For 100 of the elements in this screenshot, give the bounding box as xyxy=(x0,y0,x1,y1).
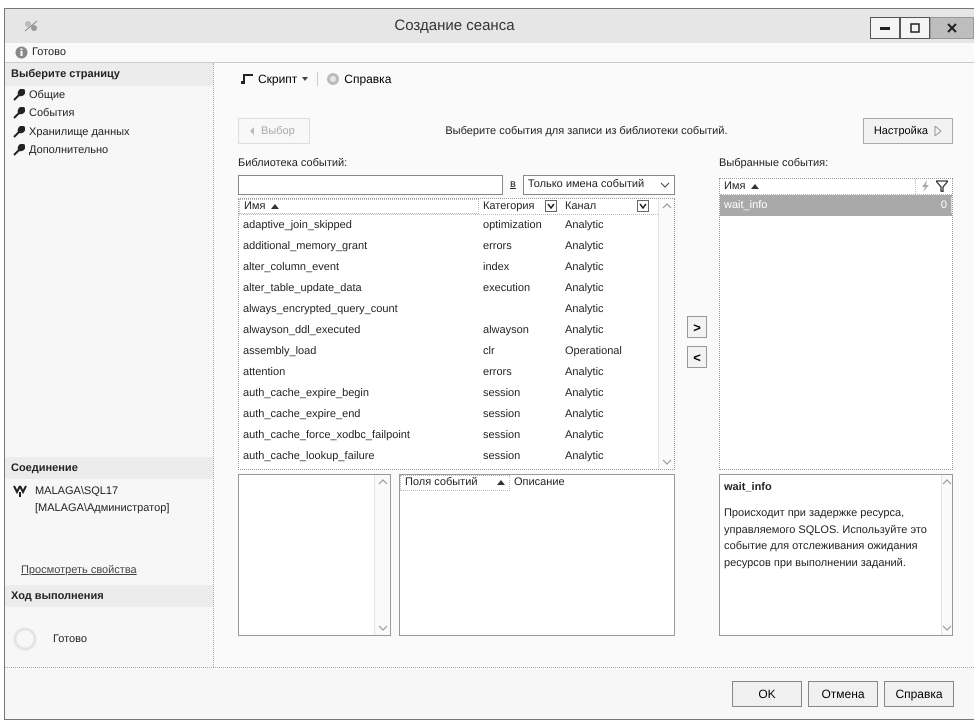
back-arrow-icon xyxy=(249,127,255,135)
table-cell-text: additional_memory_grant xyxy=(242,238,368,254)
table-cell-text: always_encrypted_query_count xyxy=(242,302,399,317)
wrench-icon xyxy=(13,126,25,138)
table-cell-text: auth_cache_force_xodbc_failpoint xyxy=(242,428,411,443)
help-icon xyxy=(326,72,340,86)
scroll-up-icon[interactable] xyxy=(662,202,672,210)
field-label: Выбранные события: xyxy=(719,156,830,171)
sort-icon xyxy=(497,480,505,485)
scroll-up-icon[interactable] xyxy=(942,478,952,486)
script-button[interactable]: Скрипт xyxy=(238,70,312,88)
table-cell-text: alwayson_ddl_executed xyxy=(242,322,362,338)
scope-dropdown[interactable]: Только имена событий xyxy=(522,174,675,194)
column-header[interactable]: Описание xyxy=(510,474,569,490)
table-cell-text: errors xyxy=(482,364,513,380)
table-cell-text: auth_cache_lookup_failure xyxy=(242,448,376,464)
app-icon xyxy=(23,19,39,33)
help-button[interactable]: Справка xyxy=(884,680,954,706)
minimize-button[interactable] xyxy=(870,17,900,39)
table-cell-text: execution xyxy=(482,280,532,296)
server-name: MALAGA\SQL17 xyxy=(35,484,120,499)
scroll-down-icon[interactable] xyxy=(378,624,388,632)
help-button[interactable]: Справка xyxy=(324,70,394,88)
wrench-icon xyxy=(13,144,25,156)
column-header[interactable]: Категория xyxy=(479,198,561,214)
maximize-icon xyxy=(910,23,920,33)
table-cell-text: Analytic xyxy=(564,302,605,317)
table-cell-text: session xyxy=(482,428,522,443)
sort-icon xyxy=(751,184,760,188)
scroll-down-icon[interactable] xyxy=(942,624,952,632)
next-arrow-icon xyxy=(934,126,942,136)
sidebar-item[interactable]: Хранилище данных xyxy=(29,124,130,140)
table-cell-text: session xyxy=(482,386,522,401)
filter-icon xyxy=(936,180,948,192)
column-header[interactable]: Имя xyxy=(239,198,479,214)
table-cell-text: errors xyxy=(482,238,513,254)
column-header[interactable]: Канал xyxy=(561,198,653,214)
table-cell-text: Analytic xyxy=(564,280,605,296)
user-name: [MALAGA\Администратор] xyxy=(35,500,170,516)
add-button[interactable]: > xyxy=(687,316,707,338)
table-cell-text: Operational xyxy=(564,344,623,359)
sidebar-item[interactable]: Общие xyxy=(29,86,66,103)
sidebar-item[interactable]: События xyxy=(29,105,74,122)
script-icon xyxy=(240,72,254,86)
scope-label: в xyxy=(509,177,517,192)
section-heading: Выберите страницу xyxy=(5,63,213,86)
table-cell-text: session xyxy=(482,448,522,464)
filter-dropdown-icon[interactable] xyxy=(545,200,557,212)
ok-button[interactable]: OK xyxy=(732,680,802,706)
remove-button[interactable]: < xyxy=(687,346,707,368)
status-text: Готово xyxy=(32,45,66,60)
table-cell-text: auth_cache_expire_begin xyxy=(242,386,370,401)
maximize-button[interactable] xyxy=(900,17,930,39)
table-cell-text: auth_cache_expire_end xyxy=(242,406,362,422)
column-header[interactable]: Имя xyxy=(720,178,916,194)
section-heading: Ход выполнения xyxy=(5,584,213,607)
action-icon xyxy=(920,180,930,192)
table-cell-text: attention xyxy=(242,364,286,380)
wrench-icon xyxy=(13,107,25,120)
column-header[interactable]: Поля событий xyxy=(400,474,510,490)
scroll-up-icon[interactable] xyxy=(378,478,388,486)
table-cell-text: optimization xyxy=(482,218,543,233)
progress-text: Готово xyxy=(53,632,87,647)
table-cell-text: Analytic xyxy=(564,322,605,338)
scroll-down-icon[interactable] xyxy=(662,458,672,466)
table-cell-text: session xyxy=(482,406,522,422)
table-cell-text: Analytic xyxy=(564,238,605,254)
cancel-button[interactable]: Отмена xyxy=(808,680,878,706)
table-cell-text: Analytic xyxy=(564,406,605,422)
caret-icon xyxy=(301,76,310,82)
minimize-icon xyxy=(880,26,890,30)
next-button[interactable]: Настройка xyxy=(862,118,953,144)
table-cell-text: Analytic xyxy=(564,386,605,401)
section-heading: Соединение xyxy=(5,456,213,479)
table-cell-text: Analytic xyxy=(564,218,605,233)
table-cell-text: Analytic xyxy=(564,428,605,443)
table-cell-text: adaptive_join_skipped xyxy=(242,218,353,233)
table-cell-text: alwayson xyxy=(482,322,530,338)
table-cell-text: Analytic xyxy=(564,260,605,275)
filter-dropdown-icon[interactable] xyxy=(637,200,649,212)
instruction-text: Выберите события для записи из библиотеки событий. xyxy=(444,124,728,139)
view-properties-link[interactable]: Просмотреть свойства xyxy=(21,564,137,576)
description-text: Происходит при задержке ресурса, управляемого SQLOS. Используйте это событие для отслеживания ожидания ресурсов при выполнении заданий. xyxy=(724,506,928,570)
table-cell-text: alter_table_update_data xyxy=(242,280,363,296)
close-button[interactable] xyxy=(930,17,974,39)
info-icon xyxy=(15,46,28,59)
close-icon xyxy=(947,23,957,33)
field-label: Библиотека событий: xyxy=(238,156,348,171)
search-field[interactable] xyxy=(238,174,503,194)
table-cell-text: clr xyxy=(482,344,496,359)
table-cell-text: Analytic xyxy=(564,448,605,464)
chevron-down-icon xyxy=(660,180,670,188)
table-cell-text: index xyxy=(482,260,510,275)
description-title: wait_info xyxy=(724,480,773,494)
table-cell-text: alter_column_event xyxy=(242,260,340,275)
sidebar-item[interactable]: Дополнительно xyxy=(29,142,108,158)
table-cell-text: Analytic xyxy=(564,364,605,380)
sort-icon xyxy=(271,204,280,208)
wrench-icon xyxy=(13,88,25,101)
window-title: Создание сеанса xyxy=(393,16,516,36)
